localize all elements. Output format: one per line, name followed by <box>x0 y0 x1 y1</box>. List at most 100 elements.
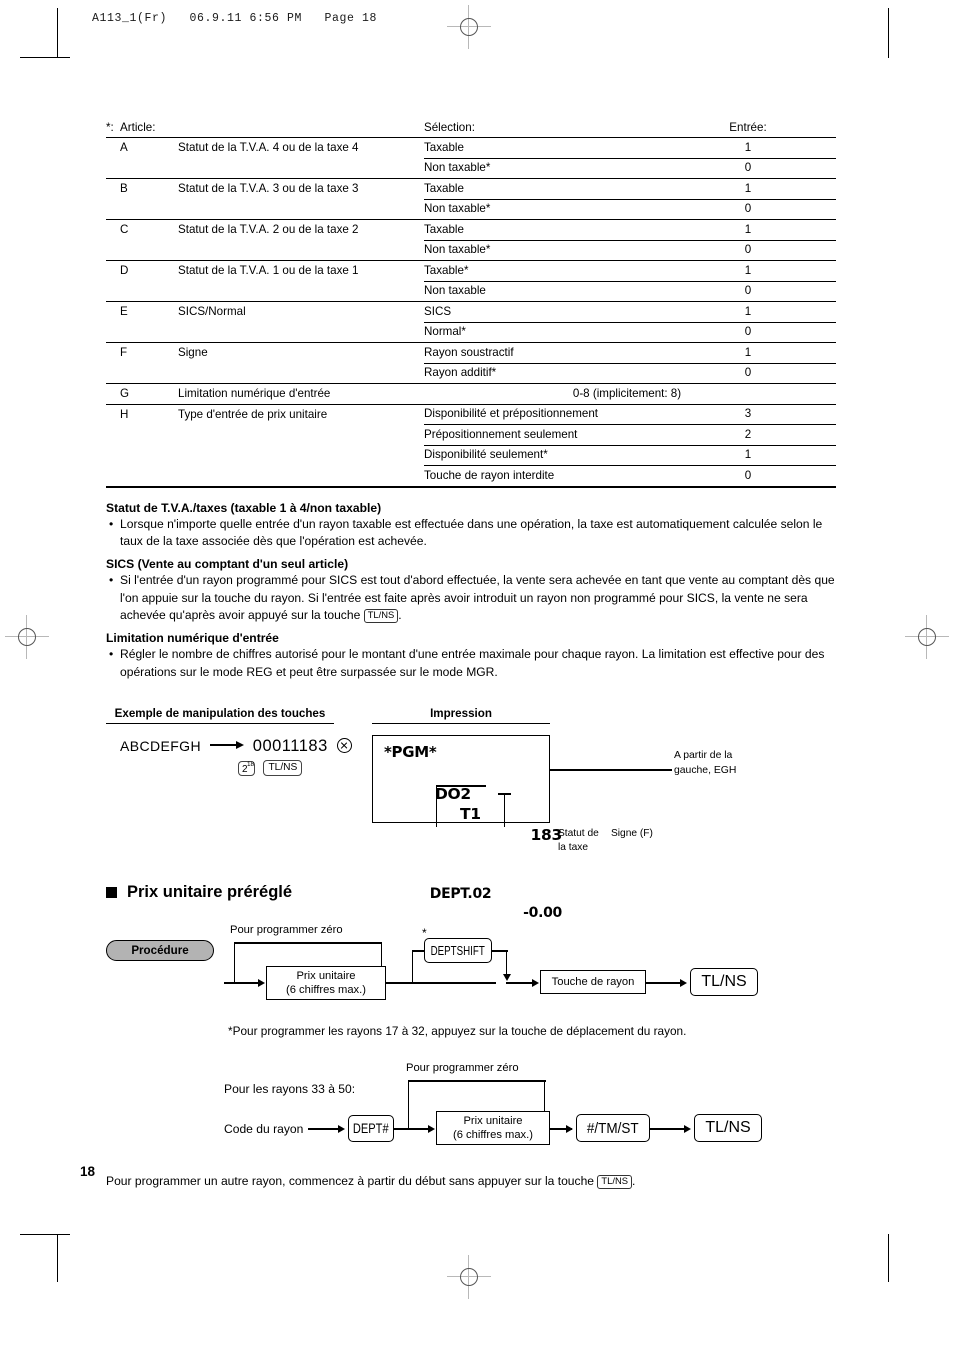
callout-tax-status: Statut de la taxe <box>558 828 599 853</box>
receipt-printout: *PGM* DO2 T1 183 DEPT.02 -0.00 <box>372 735 562 921</box>
flow2-tmst-key[interactable]: #/TM/ST <box>576 1114 650 1143</box>
procedure-flow-diagram-1: Procédure Pour programmer zéro Prix unit… <box>106 914 836 1022</box>
flow2-tlns-label: TL/NS <box>705 1119 751 1137</box>
row-entry: 0 <box>660 363 836 385</box>
row-entry: 1 <box>660 260 836 282</box>
row-letter <box>120 445 178 465</box>
flow2-dept-hash-key[interactable]: DEPT# <box>348 1115 394 1143</box>
crop-mark-bottom-left-vertical <box>57 1234 58 1282</box>
header-article-spacer <box>178 118 424 138</box>
flow1-to-tlns-arrow <box>680 978 687 987</box>
flow2-tlns-key[interactable]: TL/NS <box>694 1114 762 1143</box>
row-star-cell <box>106 240 120 262</box>
closing-text-a: Pour programmer un autre rayon, commence… <box>106 1174 595 1189</box>
row-entry: 1 <box>660 445 836 467</box>
row-letter: H <box>120 407 129 421</box>
header-entry: Entrée: <box>729 120 767 134</box>
sics-title: SICS (Vente au comptant d'un seul articl… <box>106 557 349 572</box>
row-description <box>178 240 424 262</box>
flow1-department-key-box[interactable]: Touche de rayon <box>540 970 646 995</box>
row-star-cell <box>106 158 120 180</box>
flow2-code-arrow <box>338 1124 345 1133</box>
row-star-cell <box>106 343 120 363</box>
registration-mark-left <box>5 615 49 659</box>
flow1-to-tlns-line <box>646 982 684 984</box>
table-row: Non taxable* 0 <box>106 199 836 221</box>
row-letter <box>120 322 178 344</box>
callout-sign: Signe (F) <box>611 828 653 840</box>
flow1-unit-price-box[interactable]: Prix unitaire (6 chiffres max.) <box>266 966 386 1001</box>
closing-text-b: . <box>632 1174 636 1189</box>
key-sequence-digits: 00011183 <box>252 737 328 756</box>
row-entry: 3 <box>660 404 836 426</box>
row-star-cell <box>106 179 120 199</box>
key-two-superscript: 18 <box>247 760 255 768</box>
row-entry: 2 <box>660 424 836 446</box>
key-sequence: ABCDEFGH 00011183 <box>120 737 352 756</box>
row-description: Signe <box>178 346 208 360</box>
table-row: H Type d'entrée de prix unitaire Disponibi… <box>106 404 836 426</box>
row-entry: 0 <box>660 322 836 344</box>
row-star-cell <box>106 281 120 303</box>
flow2-post-hash-arrow <box>428 1124 435 1133</box>
row-star-cell <box>106 302 120 322</box>
flow1-branch-right-v <box>506 950 508 977</box>
leader-line-tax-h <box>436 785 486 787</box>
row-letter: F <box>120 346 128 360</box>
row-entry: 1 <box>660 137 836 159</box>
row-letter: D <box>120 264 129 278</box>
sics-body: Si l'entrée d'un rayon programmé pour SI… <box>106 572 836 625</box>
flow1-deptshift-key[interactable]: DEPTSHIFT <box>424 938 492 964</box>
flow1-entry-arrow <box>258 978 265 987</box>
crop-mark-top-left-vertical <box>57 8 58 58</box>
flow2-post-hash-line <box>394 1128 432 1130</box>
key-tlns[interactable]: TL/NS <box>263 760 303 777</box>
row-letter: A <box>120 141 128 155</box>
flow1-entry-line <box>224 982 262 984</box>
flow2-unit-price-line1: Prix unitaire <box>463 1115 523 1128</box>
row-selection: Taxable <box>424 178 660 200</box>
sics-body-text: Si l'entrée d'un rayon programmé pour SI… <box>120 573 835 623</box>
row-entry: 1 <box>660 219 836 241</box>
table-body: A Statut de la T.V.A. 4 ou de la taxe 4 Ta… <box>106 137 836 487</box>
flow1-tlns-key[interactable]: TL/NS <box>690 968 758 997</box>
flow1-to-dept-arrow <box>532 978 539 987</box>
row-description <box>178 322 424 344</box>
table-row: C Statut de la T.V.A. 2 ou de la taxe 2 Ta… <box>106 219 836 241</box>
row-description: Type d'entrée de prix unitaire <box>178 407 328 421</box>
row-description <box>178 281 424 303</box>
key-sequence-label: ABCDEFGH <box>120 738 201 755</box>
digit-limitation-body: Régler le nombre de chiffres autorisé po… <box>106 646 836 681</box>
table-row: Non taxable 0 <box>106 281 836 303</box>
closing-tlns-chip[interactable]: TL/NS <box>597 1175 632 1190</box>
row-selection: Non taxable <box>424 281 660 303</box>
section-digit-limitation: Limitation numérique d'entrée Régler le … <box>106 631 836 681</box>
circled-multiply-icon[interactable] <box>336 738 352 754</box>
table-header-row: *: Article: Sélection: Entrée: <box>106 118 836 138</box>
flow2-dept-hash-label: DEPT# <box>353 1121 389 1137</box>
row-entry: 0 <box>660 199 836 221</box>
key-sequence-secondary: 2 18 TL/NS <box>238 759 303 777</box>
section-sics: SICS (Vente au comptant d'un seul articl… <box>106 557 836 625</box>
row-letter: B <box>120 182 128 196</box>
table-row: G Limitation numérique d'entrée 0-8 (impli… <box>106 383 836 405</box>
example-and-print-block: Exemple de manipulation des touches Impr… <box>106 707 836 921</box>
section-tva-status: Statut de T.V.A./taxes (taxable 1 à 4/no… <box>106 501 836 551</box>
key-two-with-shift[interactable]: 2 18 <box>238 760 255 776</box>
row-selection: Prépositionnement seulement <box>424 424 660 446</box>
printer-slug: A113_1(Fr) 06.9.11 6:56 PM Page 18 <box>92 12 378 25</box>
leader-line-right <box>550 769 672 771</box>
row-star-cell <box>106 383 120 405</box>
row-star-cell <box>106 425 120 445</box>
crop-mark-bottom-left-horizontal <box>20 1234 70 1235</box>
flow2-code-label: Code du rayon <box>224 1122 304 1137</box>
page-number: 18 <box>80 1164 96 1179</box>
row-letter <box>120 281 178 303</box>
row-entry: 1 <box>660 301 836 323</box>
flow2-unit-price-box[interactable]: Prix unitaire (6 chiffres max.) <box>436 1111 550 1146</box>
row-star-cell <box>106 363 120 385</box>
receipt-line-3-left: DEPT.02 <box>429 885 492 902</box>
tlns-key-chip[interactable]: TL/NS <box>363 609 399 624</box>
header-article: Article: <box>120 120 156 134</box>
section-title: Prix unitaire préréglé <box>127 883 293 902</box>
